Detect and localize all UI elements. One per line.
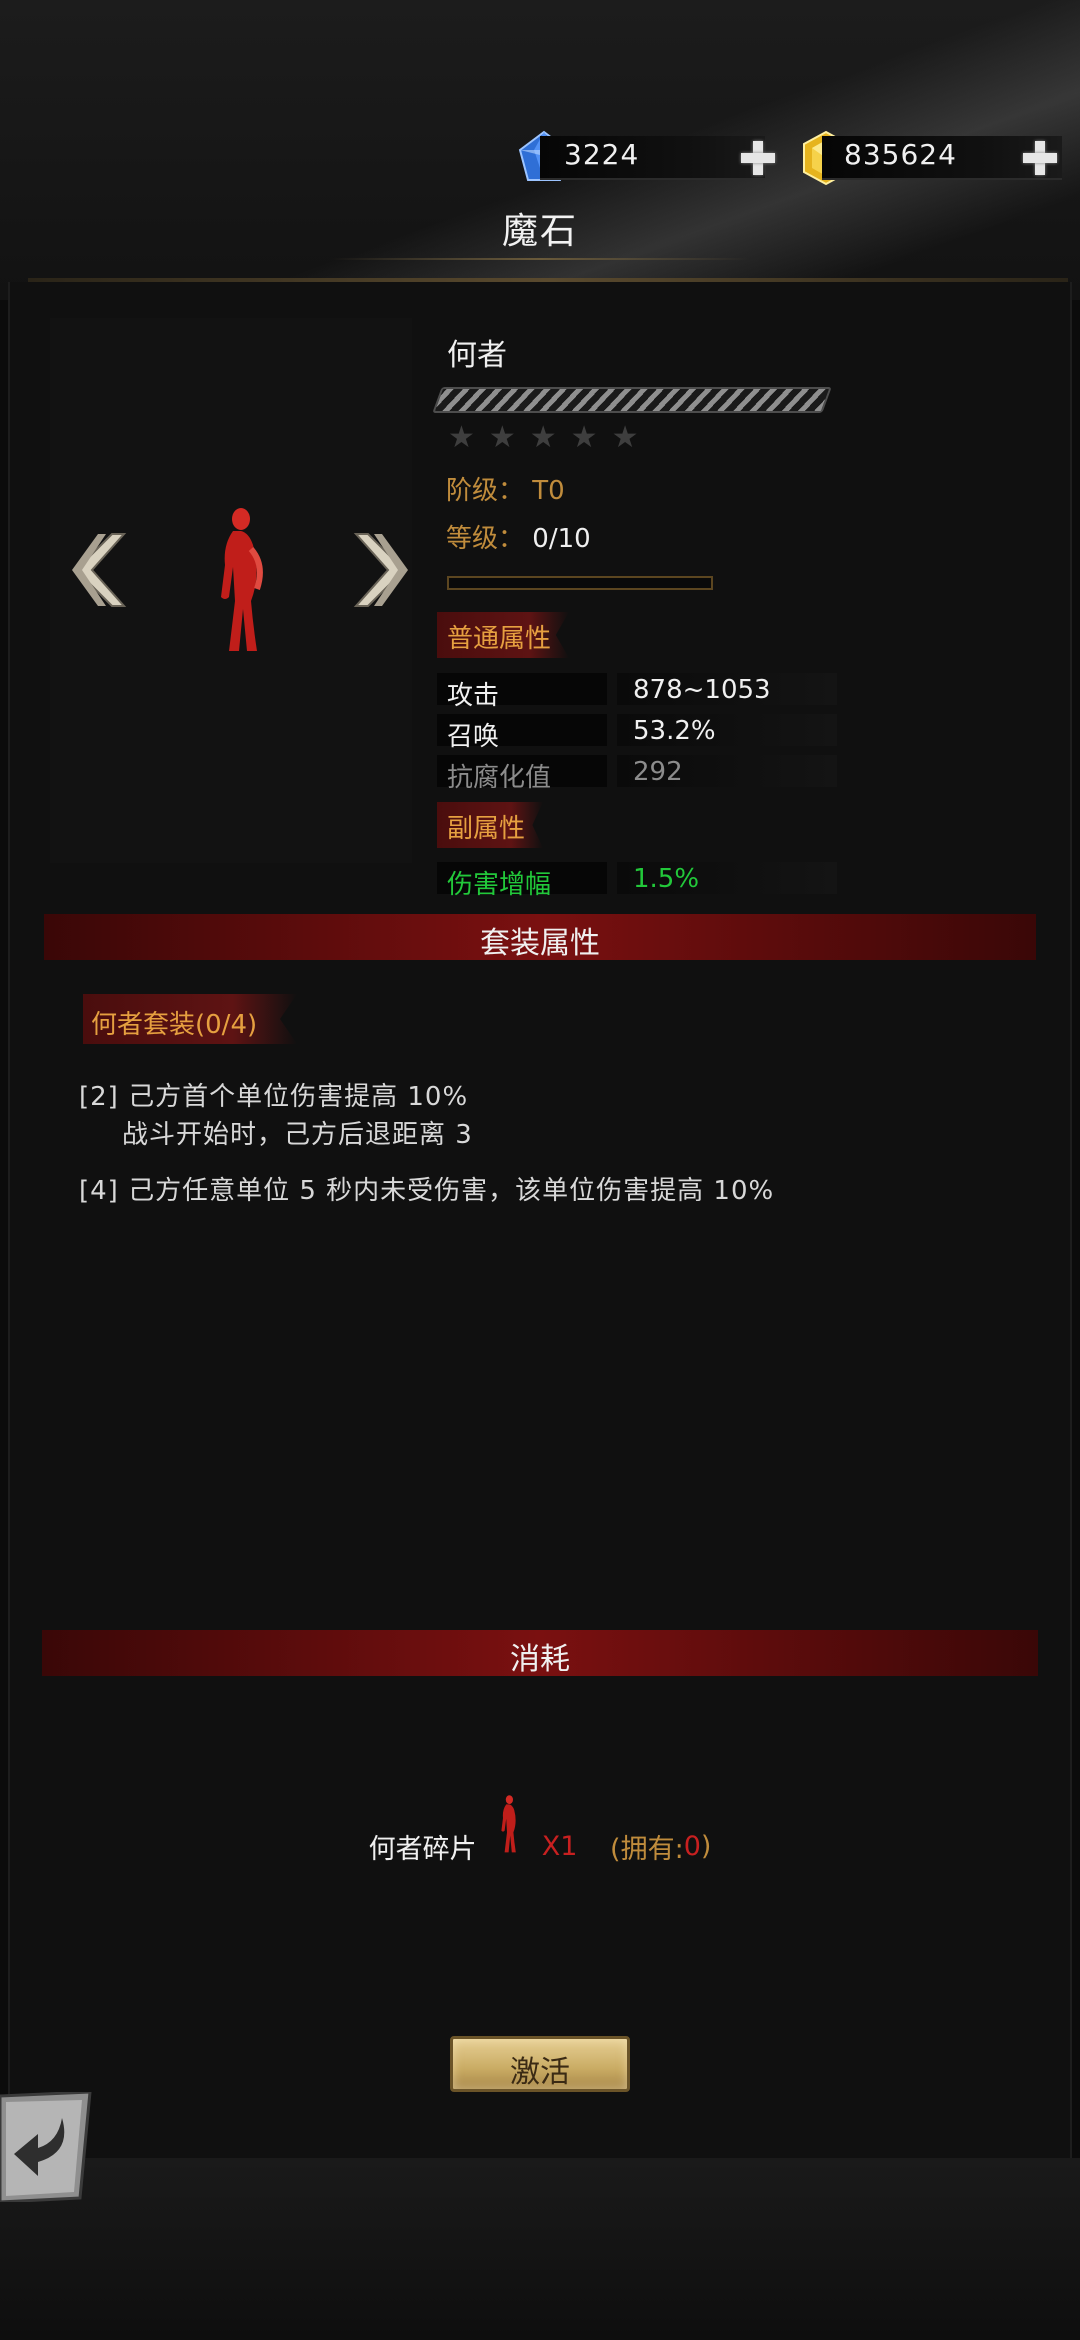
attr-value: 878~1053	[617, 673, 837, 705]
owned-prefix: (拥有:	[610, 1834, 684, 1865]
back-icon[interactable]	[0, 2092, 100, 2202]
cost-row: 何者碎片 X1 (拥有: 0)	[0, 1794, 1080, 1866]
normal-attr-label: 普通属性	[437, 612, 570, 658]
gem-counter: 3224	[540, 136, 765, 180]
set-attr-banner: 套装属性	[44, 914, 1036, 961]
cost-quantity: X1	[541, 1831, 578, 1862]
attr-key: 抗腐化值	[437, 755, 607, 793]
add-gems-button[interactable]	[738, 138, 778, 178]
grade-label: 阶级：	[446, 476, 525, 506]
attr-row-anti-corruption: 抗腐化值 292	[437, 755, 837, 793]
star-rating: ★★★★★	[448, 420, 653, 455]
attr-key: 召唤	[437, 714, 607, 752]
cost-banner: 消耗	[42, 1630, 1038, 1677]
owned-value: 0	[683, 1831, 701, 1862]
attr-value: 1.5%	[617, 862, 837, 894]
level-progress-bar	[447, 576, 713, 590]
set-name-label: 何者套装(0/4)	[83, 994, 298, 1044]
page-title: 魔石	[501, 211, 578, 252]
prev-arrow-icon[interactable]	[68, 530, 128, 610]
attr-value: 292	[617, 755, 837, 787]
attr-key: 伤害增幅	[437, 862, 607, 900]
activate-button[interactable]: 激活	[450, 2036, 630, 2092]
bottom-strip	[0, 2158, 1080, 2340]
level-row: 等级： 0/10	[446, 518, 591, 555]
item-name: 何者	[447, 338, 507, 373]
next-arrow-icon[interactable]	[352, 530, 412, 610]
attr-key: 攻击	[437, 673, 607, 711]
owned-count: (拥有: 0)	[610, 1827, 711, 1866]
attr-row-damage-boost: 伤害增幅 1.5%	[437, 862, 837, 900]
owned-suffix: )	[700, 1831, 712, 1862]
level-label: 等级：	[446, 524, 525, 554]
attr-row-summon: 召唤 53.2%	[437, 714, 837, 752]
grade-row: 阶级： T0	[446, 470, 565, 507]
gold-amount: 835624	[844, 138, 957, 171]
title-underline	[330, 258, 750, 260]
sub-attr-label: 副属性	[437, 802, 544, 848]
attr-row-attack: 攻击 878~1053	[437, 673, 837, 711]
attr-value: 53.2%	[617, 714, 837, 746]
grade-value: T0	[532, 476, 565, 506]
fragment-icon	[501, 1795, 516, 1853]
add-gold-button[interactable]	[1020, 138, 1060, 178]
cost-item-name: 何者碎片	[368, 1834, 477, 1865]
gem-amount: 3224	[564, 138, 640, 171]
level-value: 0/10	[532, 524, 591, 554]
set-bonus-2: [2] 己方首个单位伤害提高 10%	[79, 1082, 469, 1112]
item-figure-icon	[221, 508, 263, 651]
set-bonus-4: [4] 己方任意单位 5 秒内未受伤害，该单位伤害提高 10%	[79, 1176, 775, 1206]
quality-bar	[432, 387, 832, 413]
set-bonus-2-extra: 战斗开始时，己方后退距离 3	[122, 1120, 473, 1150]
